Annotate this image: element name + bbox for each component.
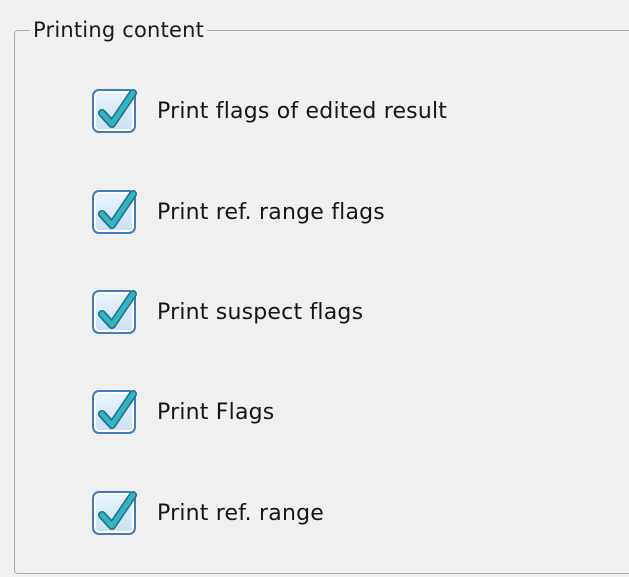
- option-label: Print ref. range: [157, 500, 324, 526]
- checkbox-print-flags-of-edited-result[interactable]: [92, 89, 137, 133]
- checkmark-icon: [98, 190, 137, 229]
- option-print-suspect-flags[interactable]: Print suspect flags: [92, 287, 363, 337]
- option-label: Print suspect flags: [157, 299, 364, 325]
- option-print-flags[interactable]: Print Flags: [92, 387, 274, 437]
- printing-content-panel: Printing content Print flags of edited r…: [0, 0, 629, 577]
- checkbox-print-flags[interactable]: [92, 390, 137, 434]
- checkbox-print-suspect-flags[interactable]: [92, 290, 137, 334]
- groupbox-title: Printing content: [30, 16, 208, 44]
- option-label: Print Flags: [157, 399, 275, 425]
- option-print-ref-range-flags[interactable]: Print ref. range flags: [92, 187, 385, 237]
- option-print-flags-of-edited-result[interactable]: Print flags of edited result: [92, 86, 447, 136]
- checkmark-icon: [98, 390, 137, 429]
- option-label: Print ref. range flags: [157, 199, 385, 225]
- checkbox-print-ref-range[interactable]: [92, 491, 137, 535]
- checkmark-icon: [98, 89, 137, 128]
- checkmark-icon: [98, 491, 137, 530]
- checkmark-icon: [98, 290, 137, 329]
- option-print-ref-range[interactable]: Print ref. range: [92, 488, 324, 538]
- checkbox-print-ref-range-flags[interactable]: [92, 190, 137, 234]
- option-label: Print flags of edited result: [157, 98, 448, 124]
